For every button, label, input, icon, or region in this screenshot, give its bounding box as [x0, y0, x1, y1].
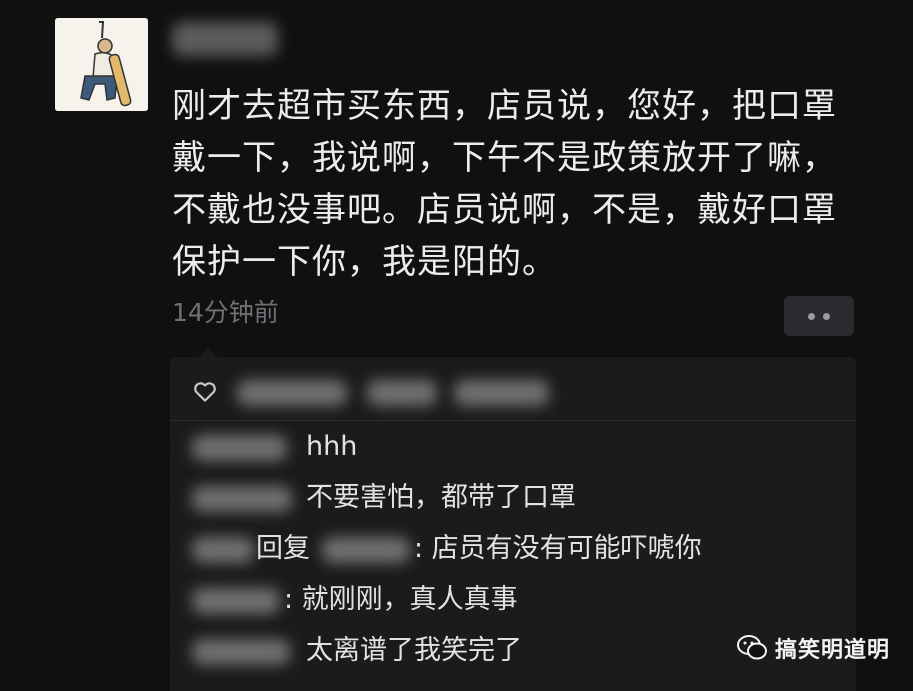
liker-name-redacted	[454, 380, 549, 406]
reply-target-redacted	[322, 537, 410, 563]
comment-text: 太离谱了我笑完了	[306, 635, 522, 666]
comment-item[interactable]: 回复 : 店员有没有可能吓唬你	[170, 527, 856, 571]
watermark-text: 搞笑明道明	[775, 638, 891, 663]
avatar[interactable]	[55, 18, 148, 111]
watermark: 搞笑明道明	[737, 630, 890, 666]
commenter-name-redacted	[192, 486, 292, 512]
comment-text: hhh	[306, 431, 358, 462]
likes-row	[192, 375, 832, 411]
reply-label: 回复	[256, 533, 310, 564]
commenter-name-redacted	[192, 435, 287, 461]
more-dot-icon	[823, 312, 830, 320]
comment-item[interactable]: 不要害怕，都带了口罩	[170, 476, 856, 520]
comment-text: : 就刚刚，真人真事	[284, 584, 518, 615]
more-options-button[interactable]	[784, 296, 854, 336]
comment-text: 不要害怕，都带了口罩	[306, 482, 576, 513]
post-timestamp: 14分钟前	[172, 298, 279, 327]
username-redacted	[172, 22, 278, 56]
commenter-name-redacted	[192, 588, 280, 614]
divider	[170, 420, 856, 421]
heart-icon	[194, 382, 216, 402]
commenter-name-redacted	[192, 537, 254, 563]
commenter-name-redacted	[192, 639, 290, 665]
more-dot-icon	[808, 312, 815, 320]
comment-item[interactable]: hhh	[170, 425, 856, 469]
liker-name-redacted	[237, 380, 347, 406]
liker-name-redacted	[367, 380, 437, 406]
comment-item[interactable]: : 就刚刚，真人真事	[170, 578, 856, 622]
post-text: 刚才去超市买东西，店员说，您好，把口罩戴一下，我说啊，下午不是政策放开了嘛，不戴…	[172, 86, 837, 282]
wechat-icon	[737, 635, 767, 660]
comment-text: : 店员有没有可能吓唬你	[414, 533, 702, 564]
